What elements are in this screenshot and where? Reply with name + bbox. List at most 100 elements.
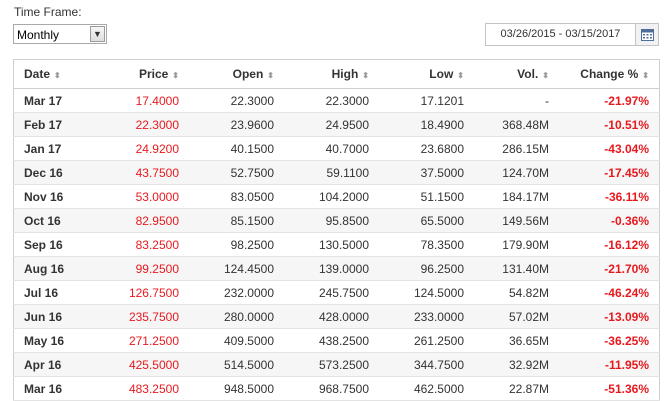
timeframe-select[interactable]: Monthly ▼ — [13, 24, 107, 44]
table-row: Oct 16 82.9500 85.1500 95.8500 65.5000 149.56… — [13, 208, 660, 233]
cell-open: 52.7500 — [189, 160, 284, 185]
sort-icon[interactable]: ⬍ — [362, 71, 369, 80]
cell-open: 22.3000 — [189, 88, 284, 113]
column-header-open[interactable]: Open ⬍ — [189, 59, 284, 89]
cell-change: -16.12% — [559, 232, 660, 257]
table-row: Dec 16 43.7500 52.7500 59.1100 37.5000 124.70… — [13, 160, 660, 185]
cell-price: 82.9500 — [104, 208, 189, 233]
cell-volume: 36.65M — [474, 328, 559, 353]
cell-high: 438.2500 — [284, 328, 379, 353]
cell-low: 124.5000 — [379, 280, 474, 305]
cell-date: Jun 16 — [13, 304, 104, 329]
calendar-icon — [641, 29, 654, 41]
cell-high: 139.0000 — [284, 256, 379, 281]
cell-volume: - — [474, 88, 559, 113]
cell-low: 96.2500 — [379, 256, 474, 281]
cell-change: -51.36% — [559, 376, 660, 401]
cell-volume: 131.40M — [474, 256, 559, 281]
cell-high: 24.9500 — [284, 112, 379, 137]
cell-open: 124.4500 — [189, 256, 284, 281]
column-header-vol[interactable]: Vol. ⬍ — [474, 59, 559, 89]
cell-open: 280.0000 — [189, 304, 284, 329]
cell-change: -21.97% — [559, 88, 660, 113]
cell-change: -10.51% — [559, 112, 660, 137]
cell-volume: 286.15M — [474, 136, 559, 161]
cell-change: -21.70% — [559, 256, 660, 281]
cell-date: Mar 16 — [13, 376, 104, 401]
column-header-high[interactable]: High ⬍ — [284, 59, 379, 89]
cell-high: 95.8500 — [284, 208, 379, 233]
cell-date: Jul 16 — [13, 280, 104, 305]
cell-low: 37.5000 — [379, 160, 474, 185]
cell-date: Jan 17 — [13, 136, 104, 161]
cell-change: -11.95% — [559, 352, 660, 377]
cell-change: -43.04% — [559, 136, 660, 161]
cell-volume: 368.48M — [474, 112, 559, 137]
cell-low: 65.5000 — [379, 208, 474, 233]
cell-high: 968.7500 — [284, 376, 379, 401]
column-header-low[interactable]: Low ⬍ — [379, 59, 474, 89]
historical-data-table: Date ⬍ Price ⬍ Open ⬍ High ⬍ Low ⬍ Vol. ⬍ Chan… — [13, 59, 660, 401]
cell-date: Aug 16 — [13, 256, 104, 281]
timeframe-selected-value: Monthly — [17, 28, 60, 42]
column-header-date[interactable]: Date ⬍ — [13, 59, 104, 89]
cell-date: Oct 16 — [13, 208, 104, 233]
column-header-change[interactable]: Change % ⬍ — [559, 59, 660, 89]
cell-change: -36.11% — [559, 184, 660, 209]
column-header-price[interactable]: Price ⬍ — [104, 59, 189, 89]
cell-volume: 149.56M — [474, 208, 559, 233]
cell-open: 514.5000 — [189, 352, 284, 377]
table-row: Jul 16 126.7500 232.0000 245.7500 124.5000 54… — [13, 280, 660, 305]
timeframe-label: Time Frame: — [14, 5, 82, 19]
cell-high: 245.7500 — [284, 280, 379, 305]
sort-icon[interactable]: ⬍ — [542, 71, 549, 80]
cell-date: Apr 16 — [13, 352, 104, 377]
table-row: Nov 16 53.0000 83.0500 104.2000 51.1500 184.1… — [13, 184, 660, 209]
table-row: Sep 16 83.2500 98.2500 130.5000 78.3500 179.9… — [13, 232, 660, 257]
sort-icon[interactable]: ⬍ — [457, 71, 464, 80]
cell-high: 130.5000 — [284, 232, 379, 257]
cell-volume: 54.82M — [474, 280, 559, 305]
cell-volume: 32.92M — [474, 352, 559, 377]
cell-date: Mar 17 — [13, 88, 104, 113]
cell-change: -0.36% — [559, 208, 660, 233]
cell-low: 344.7500 — [379, 352, 474, 377]
table-row: Jan 17 24.9200 40.1500 40.7000 23.6800 286.15… — [13, 136, 660, 161]
cell-date: Sep 16 — [13, 232, 104, 257]
cell-low: 17.1201 — [379, 88, 474, 113]
calendar-button[interactable] — [636, 23, 659, 46]
cell-price: 483.2500 — [104, 376, 189, 401]
table-row: Mar 16 483.2500 948.5000 968.7500 462.5000 22… — [13, 376, 660, 401]
sort-icon[interactable]: ⬍ — [54, 71, 61, 80]
cell-open: 232.0000 — [189, 280, 284, 305]
table-header-row: Date ⬍ Price ⬍ Open ⬍ High ⬍ Low ⬍ Vol. ⬍ Chan… — [13, 59, 660, 89]
cell-low: 51.1500 — [379, 184, 474, 209]
cell-price: 22.3000 — [104, 112, 189, 137]
cell-change: -13.09% — [559, 304, 660, 329]
date-range-input[interactable]: 03/26/2015 - 03/15/2017 — [485, 23, 636, 46]
sort-icon[interactable]: ⬍ — [172, 71, 179, 80]
table-row: Jun 16 235.7500 280.0000 428.0000 233.0000 57… — [13, 304, 660, 329]
table-row: Mar 17 17.4000 22.3000 22.3000 17.1201- -21.9… — [13, 88, 660, 113]
cell-price: 53.0000 — [104, 184, 189, 209]
sort-icon[interactable]: ⬍ — [267, 71, 274, 80]
table-row: Feb 17 22.3000 23.9600 24.9500 18.4900 368.48… — [13, 112, 660, 137]
cell-volume: 184.17M — [474, 184, 559, 209]
cell-open: 40.1500 — [189, 136, 284, 161]
cell-high: 22.3000 — [284, 88, 379, 113]
cell-volume: 57.02M — [474, 304, 559, 329]
table-row: Aug 16 99.2500 124.4500 139.0000 96.2500 131.… — [13, 256, 660, 281]
chevron-down-icon[interactable]: ▼ — [90, 26, 105, 42]
cell-low: 261.2500 — [379, 328, 474, 353]
cell-open: 409.5000 — [189, 328, 284, 353]
cell-price: 126.7500 — [104, 280, 189, 305]
cell-low: 78.3500 — [379, 232, 474, 257]
cell-volume: 124.70M — [474, 160, 559, 185]
cell-date: Nov 16 — [13, 184, 104, 209]
cell-high: 40.7000 — [284, 136, 379, 161]
cell-open: 948.5000 — [189, 376, 284, 401]
cell-open: 83.0500 — [189, 184, 284, 209]
sort-icon[interactable]: ⬍ — [642, 71, 649, 80]
cell-price: 271.2500 — [104, 328, 189, 353]
cell-price: 99.2500 — [104, 256, 189, 281]
